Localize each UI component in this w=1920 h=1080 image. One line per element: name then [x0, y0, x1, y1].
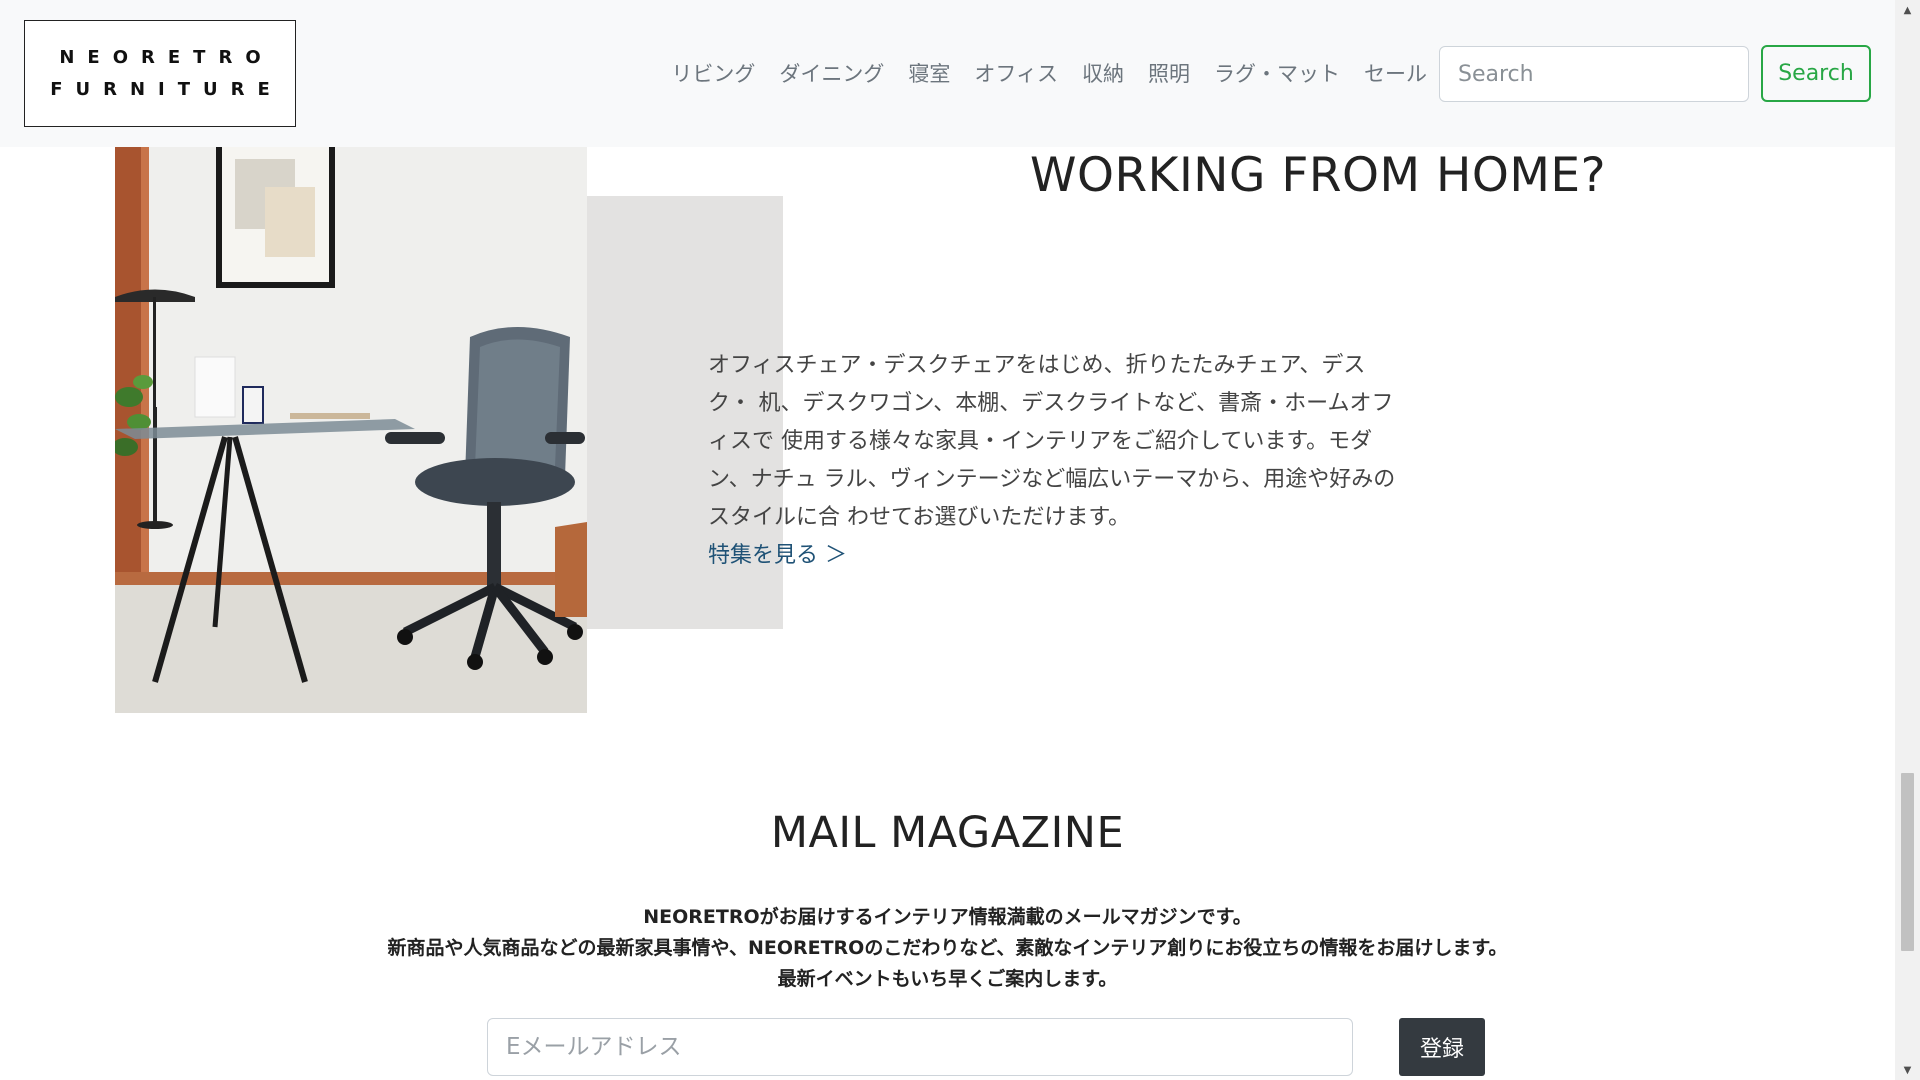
brand-logo[interactable]: NEORETRO FURNITURE — [24, 20, 296, 127]
nav-item-living[interactable]: リビング — [671, 56, 755, 92]
mail-magazine-description: NEORETROがお届けするインテリア情報満載のメールマガジンです。 新商品や人… — [0, 902, 1895, 995]
scroll-up-arrow-icon[interactable]: ▲ — [1895, 0, 1920, 20]
nav-item-bedroom[interactable]: 寝室 — [908, 56, 950, 92]
nav-item-sale[interactable]: セール — [1364, 56, 1427, 92]
nav-item-rugs-mats[interactable]: ラグ・マット — [1214, 56, 1340, 92]
logo-line-1: NEORETRO — [59, 46, 274, 68]
scrollbar-thumb[interactable] — [1901, 773, 1914, 951]
search-input[interactable] — [1439, 46, 1749, 102]
office-photo-illustration — [115, 147, 587, 713]
search-button[interactable]: Search — [1761, 45, 1871, 102]
scroll-down-arrow-icon[interactable]: ▼ — [1895, 1060, 1920, 1080]
office-photo — [115, 147, 587, 713]
feature-title: WORKING FROM HOME? — [1030, 148, 1607, 203]
mail-magazine-line-2: 新商品や人気商品などの最新家具事情や、NEORETROのこだわりなど、素敵なイン… — [387, 937, 1508, 959]
page-scrollbar[interactable]: ▲ ▼ — [1895, 0, 1920, 1080]
navbar: NEORETRO FURNITURE リビング ダイニング 寝室 オフィス 収納… — [0, 0, 1895, 147]
email-field[interactable] — [487, 1018, 1353, 1076]
logo-line-2: FURNITURE — [50, 78, 283, 100]
nav-item-office[interactable]: オフィス — [974, 56, 1058, 92]
nav-item-storage[interactable]: 収納 — [1082, 56, 1124, 92]
mail-magazine-line-3: 最新イベントもいち早くご案内します。 — [777, 968, 1118, 990]
feature-description: オフィスチェア・デスクチェアをはじめ、折りたたみチェア、デスク・ 机、デスクワゴ… — [708, 353, 1396, 530]
nav-item-dining[interactable]: ダイニング — [779, 56, 884, 92]
register-button[interactable]: 登録 — [1399, 1018, 1485, 1076]
view-feature-link[interactable]: 特集を見る ＞ — [708, 537, 847, 575]
mail-magazine-line-1: NEORETROがお届けするインテリア情報満載のメールマガジンです。 — [643, 906, 1252, 928]
main-nav: リビング ダイニング 寝室 オフィス 収納 照明 ラグ・マット セール — [671, 56, 1427, 92]
mail-magazine-title: MAIL MAGAZINE — [770, 808, 1125, 858]
nav-item-lighting[interactable]: 照明 — [1148, 56, 1190, 92]
